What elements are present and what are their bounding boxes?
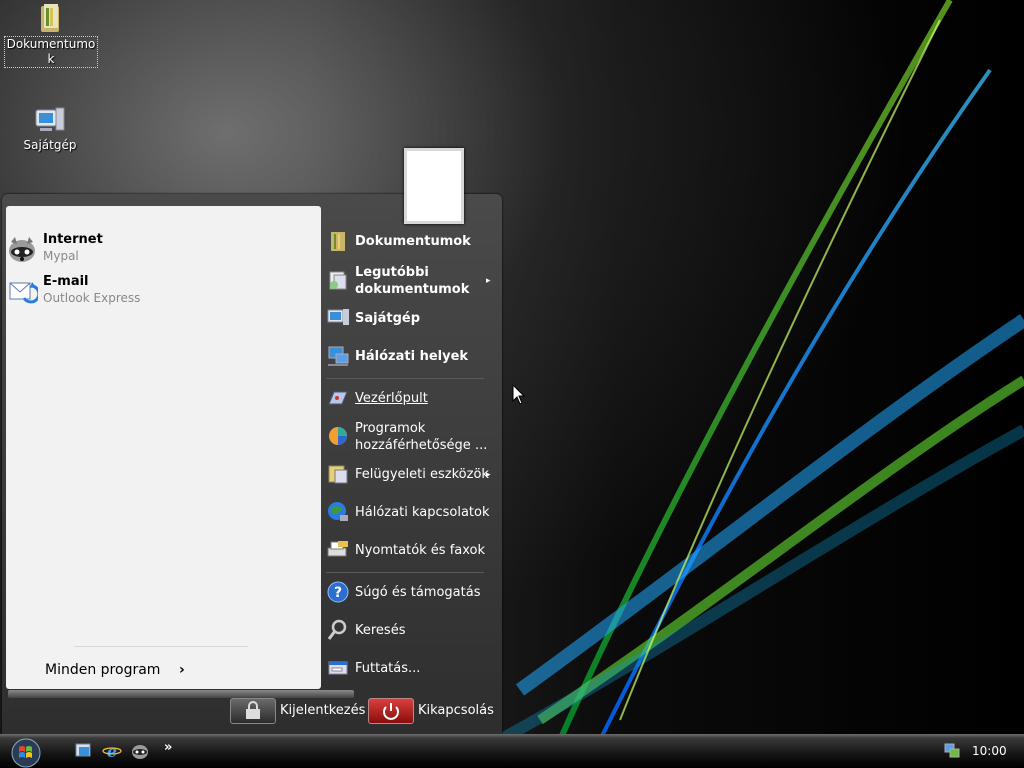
- menu-item-run[interactable]: Futtatás...: [326, 656, 496, 680]
- shutdown-button[interactable]: Kikapcsolás: [368, 698, 498, 724]
- user-picture[interactable]: [404, 148, 464, 224]
- submenu-arrow-icon: ▸: [486, 276, 491, 286]
- documents-folder-icon: [35, 2, 67, 34]
- menu-item-printers[interactable]: Nyomtatók és faxok: [326, 538, 496, 562]
- clock[interactable]: 10:00: [972, 744, 1007, 758]
- left-pane-footer-bar: [8, 690, 354, 698]
- menu-item-label: Sajátgép: [355, 311, 421, 326]
- menu-item-my-computer[interactable]: Sajátgép: [326, 306, 496, 330]
- pinned-internet-subtitle: Mypal: [43, 249, 79, 263]
- windows-logo-icon: [11, 738, 41, 768]
- pinned-internet-title: Internet: [43, 232, 103, 247]
- pinned-internet[interactable]: Internet Mypal: [6, 232, 306, 272]
- desktop-icon-documents[interactable]: Dokumentumo k: [3, 2, 99, 68]
- network-connections-icon: [326, 500, 350, 524]
- separator: [74, 646, 248, 647]
- network-places-icon: [326, 344, 350, 368]
- shutdown-label: Kikapcsolás: [418, 703, 494, 718]
- desktop-icon-my-computer[interactable]: Sajátgép: [2, 104, 98, 153]
- menu-item-label: Nyomtatók és faxok: [355, 543, 486, 558]
- start-button[interactable]: [4, 736, 48, 768]
- mouse-cursor-icon: [512, 383, 526, 406]
- logoff-button[interactable]: Kijelentkezés: [230, 698, 365, 724]
- help-icon: ?: [326, 580, 350, 604]
- search-icon: [326, 618, 350, 642]
- menu-item-documents[interactable]: Dokumentumok: [326, 229, 496, 253]
- menu-item-admin-tools[interactable]: Felügyeleti eszközök ▸: [326, 462, 496, 486]
- admin-tools-icon: [326, 462, 350, 486]
- svg-text:e: e: [107, 742, 117, 760]
- raccoon-browser-icon[interactable]: [130, 742, 150, 760]
- my-computer-icon: [326, 306, 350, 330]
- menu-item-recent-documents[interactable]: Legutóbbi dokumentumok ▸: [326, 264, 496, 300]
- menu-item-help[interactable]: ? Súgó és támogatás: [326, 580, 496, 604]
- raccoon-browser-icon: [6, 234, 38, 266]
- printers-faxes-icon: [326, 538, 350, 562]
- menu-item-label: Futtatás...: [355, 661, 421, 676]
- menu-item-label: Hálózati kapcsolatok: [355, 505, 490, 520]
- network-tray-icon[interactable]: [942, 740, 962, 760]
- pinned-email-subtitle: Outlook Express: [43, 291, 141, 305]
- desktop-icon-label: Sajátgép: [23, 138, 77, 152]
- control-panel-icon: [326, 386, 350, 410]
- program-access-icon: [326, 424, 350, 448]
- menu-item-control-panel[interactable]: Vezérlőpult: [326, 386, 496, 410]
- logoff-label: Kijelentkezés: [280, 703, 366, 718]
- menu-item-label: Dokumentumok: [355, 234, 471, 249]
- quick-launch-more-button[interactable]: »: [164, 740, 172, 755]
- svg-text:?: ?: [334, 585, 342, 601]
- menu-item-label: Keresés: [355, 623, 406, 638]
- documents-icon: [326, 229, 350, 253]
- run-icon: [326, 656, 350, 680]
- separator: [326, 572, 484, 573]
- recent-documents-icon: [326, 268, 350, 292]
- desktop-icon-label: Dokumentumo k: [3, 36, 99, 68]
- pinned-email[interactable]: E-mail Outlook Express: [6, 274, 306, 314]
- menu-item-label: Felügyeleti eszközök: [355, 467, 489, 482]
- ie-icon[interactable]: e: [102, 742, 122, 761]
- submenu-arrow-icon: ▸: [486, 470, 491, 480]
- menu-item-program-access[interactable]: Programok hozzáférhetősége ...: [326, 420, 496, 456]
- power-icon: [368, 698, 414, 724]
- menu-item-search[interactable]: Keresés: [326, 618, 496, 642]
- menu-item-label: Programok hozzáférhetősége ...: [355, 421, 488, 453]
- separator: [326, 378, 484, 379]
- outlook-express-icon: [6, 276, 41, 308]
- taskbar: [0, 734, 1024, 768]
- lock-icon: [230, 698, 276, 724]
- my-computer-icon: [34, 104, 66, 136]
- show-desktop-icon[interactable]: [74, 742, 94, 760]
- menu-item-network-connections[interactable]: Hálózati kapcsolatok: [326, 500, 496, 524]
- menu-item-label: Súgó és támogatás: [355, 585, 481, 600]
- chevron-right-icon: ›: [179, 662, 185, 678]
- menu-item-label: Legutóbbi dokumentumok: [355, 265, 470, 297]
- menu-item-network-places[interactable]: Hálózati helyek: [326, 344, 496, 368]
- menu-item-label: Vezérlőpult: [355, 391, 428, 406]
- all-programs-button[interactable]: Minden program ›: [45, 662, 185, 678]
- menu-item-label: Hálózati helyek: [355, 349, 469, 364]
- pinned-email-title: E-mail: [43, 274, 89, 289]
- all-programs-label: Minden program: [45, 662, 161, 678]
